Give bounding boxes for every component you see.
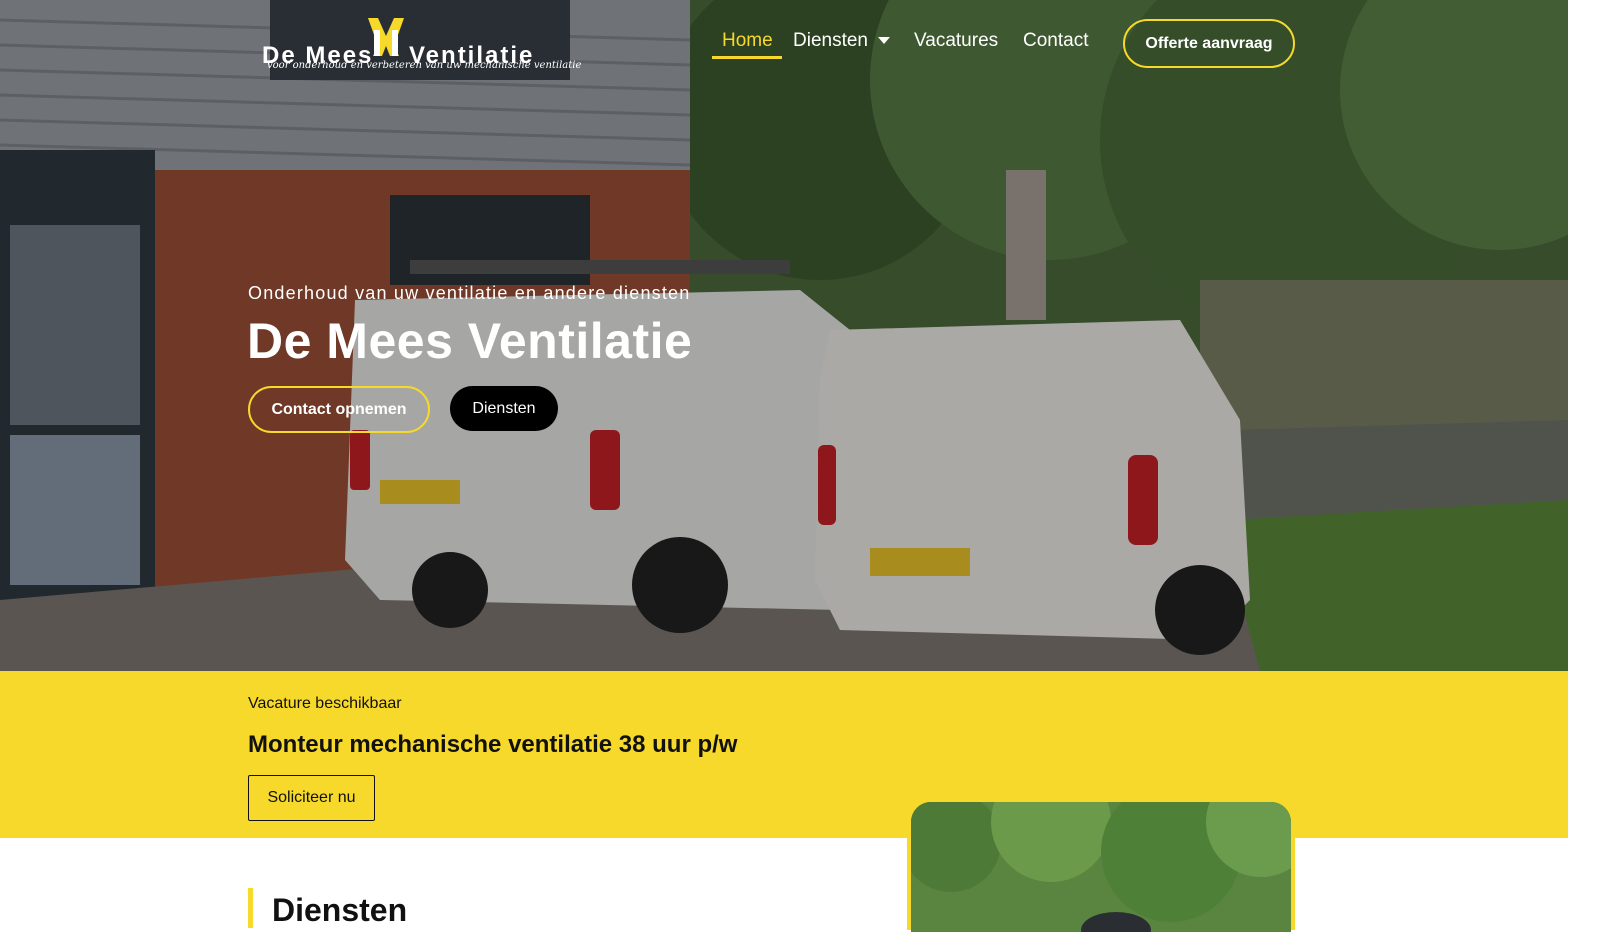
vacancy-kicker: Vacature beschikbaar (248, 695, 402, 712)
nav-item-contact[interactable]: Contact (1023, 30, 1088, 52)
logo-m-mark-icon (368, 18, 404, 56)
nav-item-vacatures[interactable]: Vacatures (914, 30, 998, 52)
soliciteer-nu-button[interactable]: Soliciteer nu (248, 775, 375, 821)
diensten-button[interactable]: Diensten (450, 386, 558, 431)
vacancy-title: Monteur mechanische ventilatie 38 uur p/… (248, 731, 738, 758)
offerte-aanvraag-button[interactable]: Offerte aanvraag (1123, 19, 1295, 68)
hero-subtitle: Onderhoud van uw ventilatie en andere di… (248, 283, 691, 303)
nav-item-diensten[interactable]: Diensten (793, 30, 890, 52)
hero-section (0, 0, 1568, 671)
logo-tagline: voor onderhoud en verbeteren van uw mech… (267, 60, 582, 71)
nav-item-diensten-label: Diensten (793, 30, 868, 51)
section-accent-bar (248, 888, 253, 928)
services-photo (911, 802, 1291, 932)
site-logo[interactable]: De Mees Ventilatie voor onderhoud en ver… (262, 14, 581, 76)
nav-item-home[interactable]: Home (722, 30, 773, 52)
contact-opnemen-button[interactable]: Contact opnemen (248, 386, 430, 433)
chevron-down-icon (878, 37, 890, 45)
hero-title: De Mees Ventilatie (247, 313, 693, 369)
services-photo-image (911, 802, 1291, 932)
hero-overlay (0, 0, 1568, 671)
vacancy-banner (0, 671, 1568, 838)
services-section-title: Diensten (272, 892, 408, 928)
nav-active-underline (712, 56, 782, 59)
